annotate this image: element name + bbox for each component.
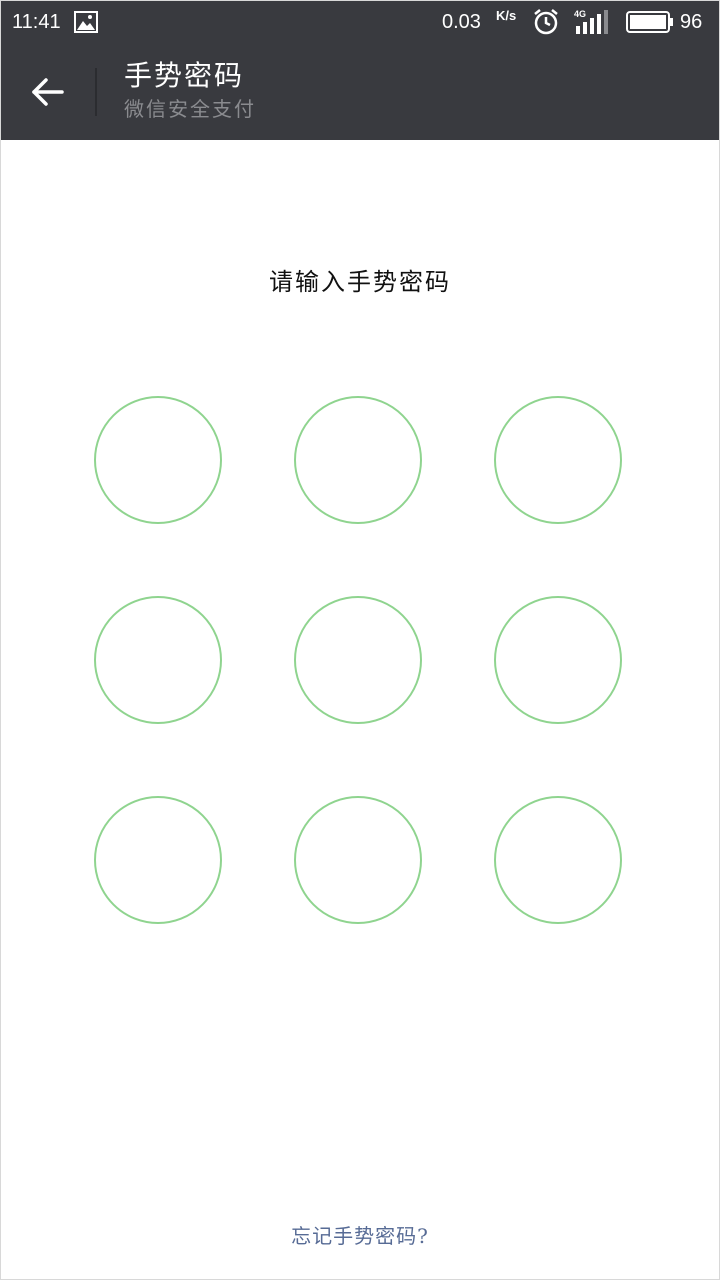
network-type-label: 4G bbox=[574, 9, 586, 19]
forgot-gesture-link[interactable]: 忘记手势密码? bbox=[291, 1224, 429, 1248]
title-bar: 手势密码 微信安全支付 bbox=[0, 44, 720, 140]
pattern-node-9[interactable] bbox=[494, 796, 622, 924]
page-title: 手势密码 bbox=[124, 59, 245, 92]
pattern-node-2[interactable] bbox=[294, 396, 422, 524]
back-button[interactable] bbox=[18, 64, 78, 120]
battery-level: 96 bbox=[680, 11, 703, 33]
status-time: 11:41 bbox=[12, 11, 61, 33]
pattern-node-4[interactable] bbox=[94, 596, 222, 724]
signal-bars-icon: 4G bbox=[572, 8, 612, 36]
arrow-left-icon bbox=[32, 78, 64, 106]
network-speed-unit: K/s bbox=[496, 8, 517, 23]
pattern-node-5[interactable] bbox=[294, 596, 422, 724]
pattern-node-3[interactable] bbox=[494, 396, 622, 524]
network-speed: 0.03 bbox=[442, 11, 481, 33]
pattern-node-6[interactable] bbox=[494, 596, 622, 724]
alarm-clock-icon bbox=[532, 8, 560, 36]
gesture-pattern-grid bbox=[0, 0, 720, 1280]
status-bar: 11:41 0.03 K/s 4G 96 bbox=[0, 0, 720, 44]
gesture-prompt: 请输入手势密码 bbox=[269, 268, 451, 296]
battery-icon bbox=[626, 11, 674, 33]
title-divider bbox=[95, 68, 97, 116]
forgot-gesture-container: 忘记手势密码? bbox=[0, 1222, 720, 1250]
image-icon bbox=[74, 11, 98, 33]
page-subtitle: 微信安全支付 bbox=[124, 97, 256, 121]
pattern-node-1[interactable] bbox=[94, 396, 222, 524]
pattern-node-8[interactable] bbox=[294, 796, 422, 924]
pattern-node-7[interactable] bbox=[94, 796, 222, 924]
